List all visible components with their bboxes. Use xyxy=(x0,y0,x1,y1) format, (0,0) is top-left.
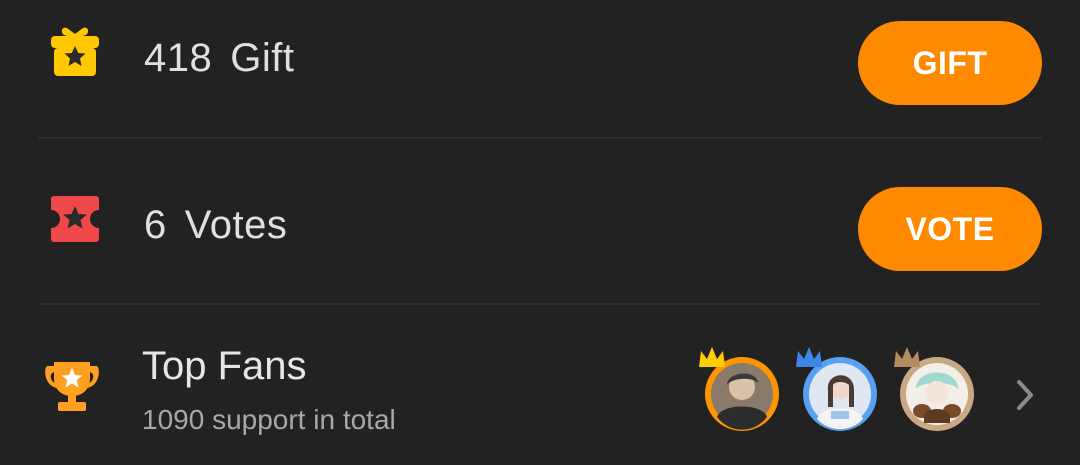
bronze-crown-icon xyxy=(894,347,920,367)
gift-button[interactable]: GIFT xyxy=(858,21,1042,105)
gift-row: 418 Gift GIFT xyxy=(0,0,1080,138)
ticket-icon xyxy=(51,196,99,242)
divider xyxy=(38,137,1042,139)
gold-crown-icon xyxy=(699,347,725,367)
trophy-icon xyxy=(45,362,99,411)
gift-count-label: 418 Gift xyxy=(144,36,294,81)
top-fans-subtitle: 1090 support in total xyxy=(142,404,396,435)
vote-button[interactable]: VOTE xyxy=(858,187,1042,271)
votes-count: 6 xyxy=(144,203,167,247)
votes-label: Votes xyxy=(184,203,288,247)
votes-count-label: 6 Votes xyxy=(144,203,287,248)
top-fans-title: Top Fans xyxy=(142,344,307,388)
divider xyxy=(38,303,1042,305)
gift-label: Gift xyxy=(230,36,295,80)
gift-icon xyxy=(51,27,99,76)
silver-crown-icon xyxy=(796,347,822,367)
gift-count: 418 xyxy=(144,36,213,80)
chevron-right-icon[interactable] xyxy=(1012,378,1038,412)
